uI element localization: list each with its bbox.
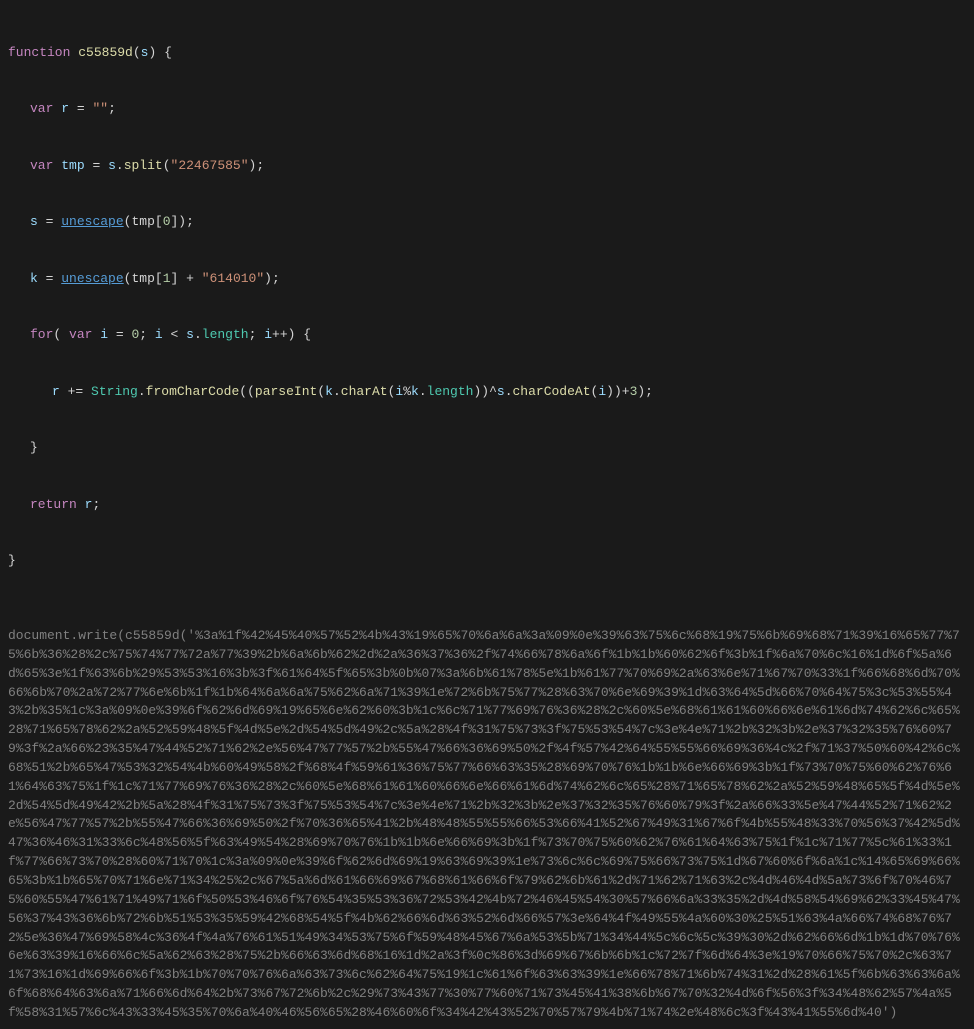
code-line-1: function c55859d(s) { bbox=[8, 44, 966, 63]
code-line-7: r += String.fromCharCode((parseInt(k.cha… bbox=[8, 383, 966, 402]
code-line-2: var r = ""; bbox=[8, 100, 966, 119]
document-write-call: document.write(c55859d('%3a%1f%42%45%40%… bbox=[8, 627, 966, 1023]
function-name: c55859d bbox=[78, 45, 133, 60]
code-line-9: return r; bbox=[8, 496, 966, 515]
code-line-3: var tmp = s.split("22467585"); bbox=[8, 157, 966, 176]
code-line-6: for( var i = 0; i < s.length; i++) { bbox=[8, 326, 966, 345]
code-line-4: s = unescape(tmp[0]); bbox=[8, 213, 966, 232]
function-keyword: function bbox=[8, 45, 70, 60]
code-editor: function c55859d(s) { var r = ""; var tm… bbox=[8, 6, 966, 1023]
code-line-10: } bbox=[8, 552, 966, 571]
code-line-5: k = unescape(tmp[1] + "614010"); bbox=[8, 270, 966, 289]
code-line-8: } bbox=[8, 439, 966, 458]
